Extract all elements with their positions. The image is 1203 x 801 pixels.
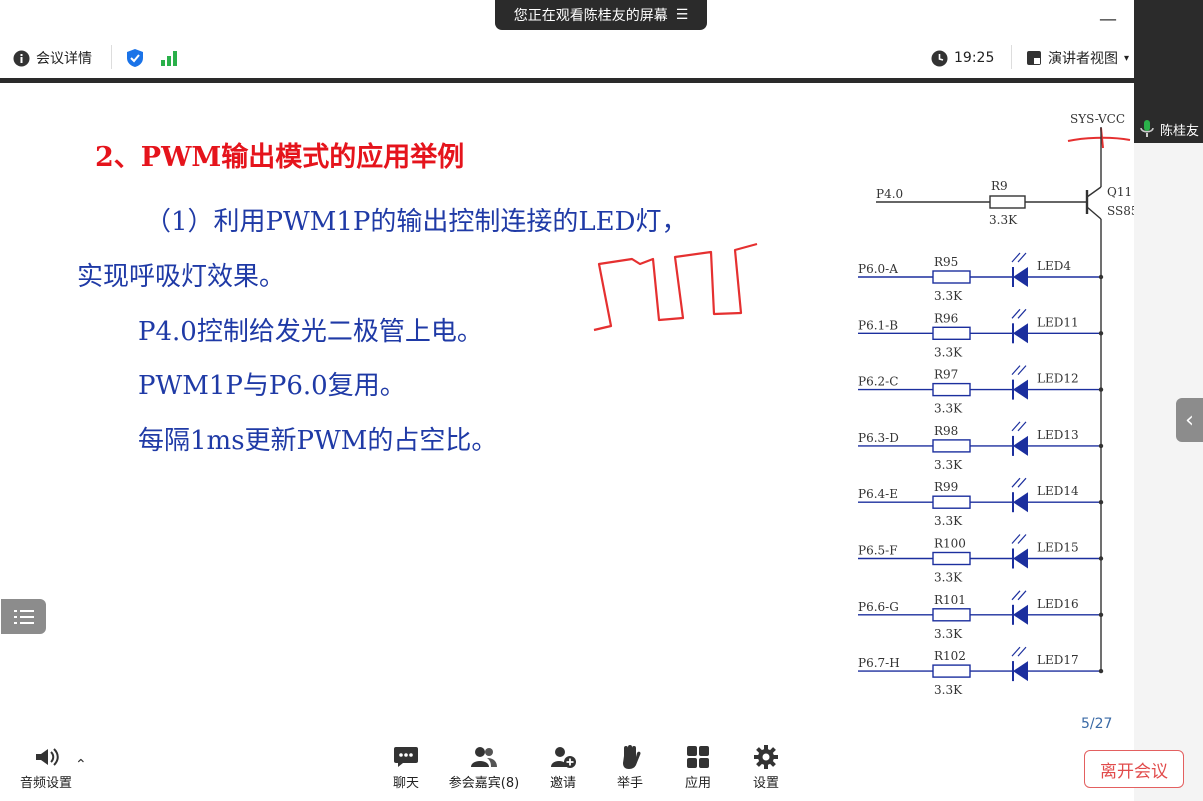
resistor [932, 495, 971, 509]
led-diode [1013, 379, 1028, 400]
resistor-value: 3.3K [934, 683, 963, 697]
led-label: LED11 [1037, 315, 1079, 329]
resistor-name: R99 [934, 480, 958, 494]
pin-label: P6.3-D [858, 431, 899, 445]
resistor-name: R96 [934, 311, 958, 325]
settings-button[interactable]: 设置 [726, 742, 806, 791]
invite-label: 邀请 [549, 776, 576, 791]
rail-junction [1098, 274, 1104, 280]
base-resistor-name: R9 [991, 179, 1008, 193]
pin-label: P6.2-C [858, 375, 898, 389]
rail-junction [1098, 331, 1104, 336]
base-resistor [989, 195, 1026, 209]
resistor [932, 382, 971, 397]
chat-button[interactable]: 聊天 [366, 742, 446, 791]
participants-icon [471, 747, 497, 767]
slide-list-button[interactable] [1, 599, 46, 634]
pin-label: P6.5-F [858, 544, 898, 558]
transistor-part: SS8550 [1107, 204, 1134, 218]
presenter-name-tag: 陈桂友 [1138, 118, 1199, 140]
hand-icon [623, 745, 641, 769]
transistor-collector [1086, 206, 1102, 220]
leave-meeting-button[interactable]: 离开会议 [1084, 750, 1184, 788]
led-label: LED15 [1037, 541, 1079, 555]
resistor-name: R95 [934, 255, 958, 269]
led-diode [1013, 435, 1028, 456]
gear-icon [754, 745, 778, 769]
pin-label: P6.4-E [858, 487, 898, 501]
settings-label: 设置 [752, 776, 779, 791]
participants-button[interactable]: 参会嘉宾(8) [444, 742, 524, 791]
resistor-value: 3.3K [934, 514, 963, 528]
led-diode [1013, 323, 1028, 344]
resistor-name: R101 [934, 593, 966, 607]
apps-label: 应用 [684, 776, 711, 791]
resistor-value: 3.3K [934, 345, 963, 359]
add-person-icon [551, 747, 576, 768]
resistor [932, 551, 971, 566]
resistor-value: 3.3K [934, 402, 963, 416]
resistor-name: R98 [934, 424, 958, 438]
led-label: LED13 [1037, 428, 1079, 442]
rail-junction [1098, 612, 1104, 617]
audio-options-chevron-icon[interactable]: ⌃ [75, 757, 87, 773]
led-diode [1013, 492, 1028, 513]
led-diode [1013, 548, 1028, 569]
participants-label: 参会嘉宾(8) [448, 776, 520, 791]
rail-junction [1098, 500, 1104, 505]
page-indicator: 5/27 [1081, 716, 1113, 732]
led-schematic: SYS-VCC P4.0 R9 3.3K Q11 SS8550 P6.0-A R9… [858, 112, 1134, 697]
chat-icon [394, 747, 418, 767]
led-label: LED17 [1037, 653, 1079, 667]
rail-junction [1098, 668, 1104, 674]
raise-hand-label: 举手 [616, 776, 643, 791]
audio-settings-button[interactable]: 音频设置 [6, 742, 86, 791]
resistor [932, 664, 971, 678]
resistor-name: R100 [934, 537, 966, 551]
speaker-icon [36, 748, 59, 766]
apps-grid-icon [687, 746, 709, 768]
collapse-panel-button[interactable]: ‹ [1176, 398, 1203, 442]
led-rows: P6.0-A R95 3.3K LED4 P6.1-B R96 3.3K LED11 P6.2-… [858, 252, 1104, 697]
microphone-icon [1140, 120, 1154, 137]
led-label: LED12 [1037, 372, 1079, 386]
pin-label: P6.7-H [858, 656, 900, 670]
led-diode [1013, 661, 1028, 682]
led-diode [1013, 267, 1028, 287]
supply-label: SYS-VCC [1070, 112, 1125, 126]
resistor-value: 3.3K [934, 458, 963, 472]
resistor [932, 326, 971, 340]
chevron-left-icon: ‹ [1185, 407, 1194, 433]
chat-label: 聊天 [392, 776, 419, 791]
resistor-value: 3.3K [934, 627, 963, 641]
led-label: LED16 [1037, 597, 1079, 611]
presenter-name: 陈桂友 [1160, 123, 1200, 139]
resistor [932, 608, 971, 622]
resistor-value: 3.3K [934, 289, 963, 303]
resistor-name: R97 [934, 368, 958, 382]
list-icon [13, 609, 34, 624]
rail-junction [1098, 387, 1104, 392]
resistor-value: 3.3K [934, 571, 963, 585]
audio-settings-label: 音频设置 [19, 776, 72, 791]
resistor [932, 439, 971, 453]
resistor-name: R102 [934, 649, 966, 663]
pin-label: P6.0-A [858, 262, 898, 276]
resistor [932, 270, 971, 284]
pin-label: P6.6-G [858, 600, 899, 614]
transistor-name: Q11 [1107, 185, 1132, 199]
rail-junction [1098, 556, 1104, 561]
led-diode [1013, 604, 1028, 625]
transistor-emitter [1086, 186, 1102, 198]
base-resistor-value: 3.3K [989, 213, 1018, 227]
led-label: LED4 [1037, 259, 1071, 273]
led-label: LED14 [1037, 484, 1079, 498]
rail-junction [1098, 443, 1104, 449]
input-pin-label: P4.0 [876, 187, 903, 201]
pin-label: P6.1-B [858, 318, 898, 332]
